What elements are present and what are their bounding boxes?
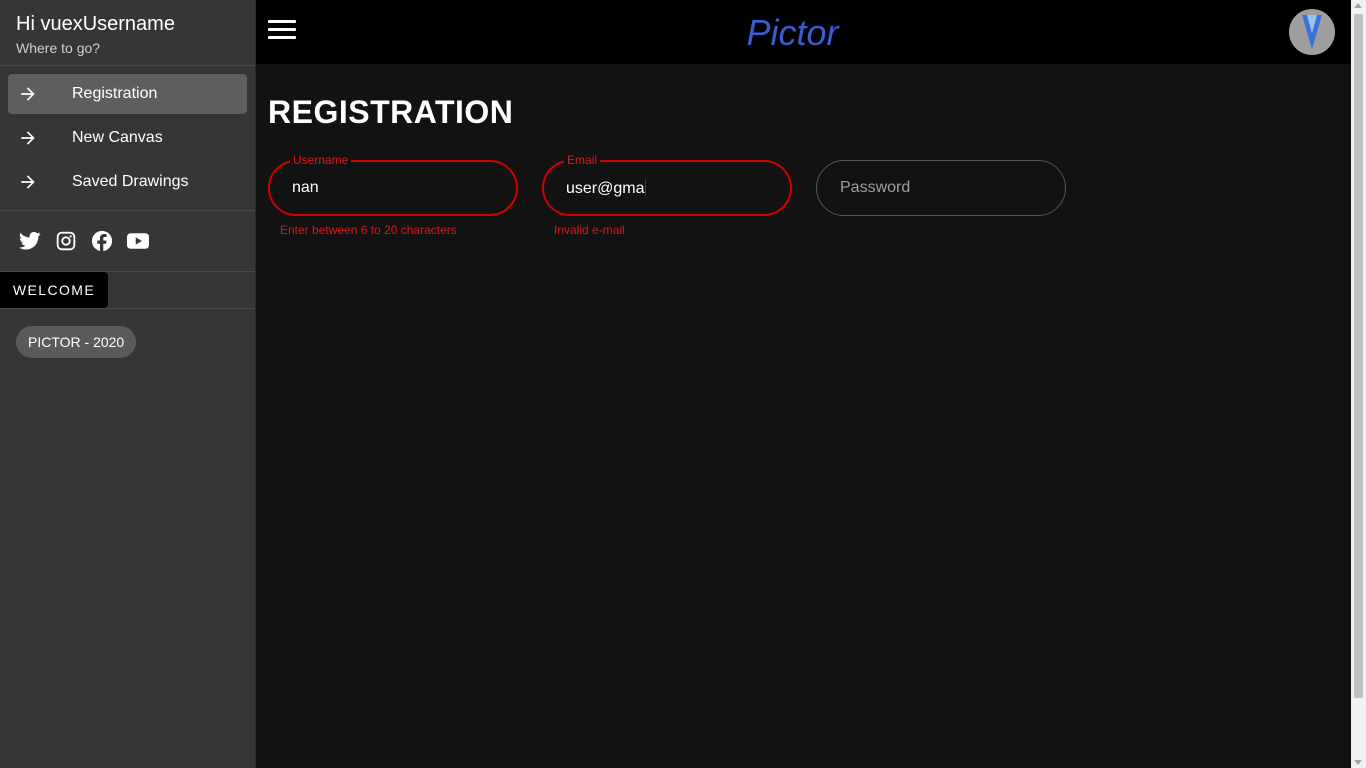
username-value: nan [292,179,319,196]
username-error: Enter between 6 to 20 characters [280,223,457,237]
youtube-icon[interactable] [126,229,150,253]
email-value-wrap: user@gma [566,179,646,198]
arrow-right-icon [8,74,48,114]
scroll-thumb[interactable] [1354,14,1363,698]
nav-item-saved-drawings[interactable]: Saved Drawings [8,162,247,202]
drawer-header: Hi vuexUsername Where to go? [0,0,255,66]
welcome-section: WELCOME [0,272,255,309]
username-field[interactable]: Username nan [268,153,518,216]
nav-item-label: New Canvas [72,129,163,146]
nav-item-new-canvas[interactable]: New Canvas [8,118,247,158]
nav-item-registration[interactable]: Registration [8,74,247,114]
drawer-greeting: Hi vuexUsername [16,13,175,35]
drawer-subtitle: Where to go? [16,40,101,56]
email-value: user@gma [566,180,645,197]
nav-item-label: Registration [72,85,158,102]
password-field[interactable]: Password [816,160,1066,216]
email-label: Email [564,153,601,167]
brand-text: Pictor [746,12,839,53]
text-caret [644,179,646,196]
app-title: Pictor [256,12,1351,54]
nav-item-label: Saved Drawings [72,173,189,190]
arrow-right-icon [8,162,48,202]
app-bar: Pictor [256,0,1351,64]
page-scrollbar[interactable] [1351,0,1366,768]
welcome-button[interactable]: WELCOME [0,272,108,308]
drawer-nav: Registration New Canvas Saved Drawings [0,66,255,211]
facebook-icon[interactable] [90,229,114,253]
footer-chip: PICTOR - 2020 [16,326,137,358]
scroll-up-icon[interactable] [1354,3,1362,8]
email-field[interactable]: Email user@gma [542,153,792,216]
navigation-drawer: Hi vuexUsername Where to go? Registratio… [0,0,256,768]
username-label: Username [290,153,352,167]
twitter-icon[interactable] [18,229,42,253]
arrow-right-icon [8,118,48,158]
scroll-down-icon[interactable] [1354,760,1362,765]
instagram-icon[interactable] [54,229,78,253]
page-title: REGISTRATION [268,94,514,130]
social-links [0,211,255,272]
password-placeholder: Password [840,179,911,196]
avatar[interactable] [1289,9,1335,55]
email-error: Invalid e-mail [554,223,625,237]
